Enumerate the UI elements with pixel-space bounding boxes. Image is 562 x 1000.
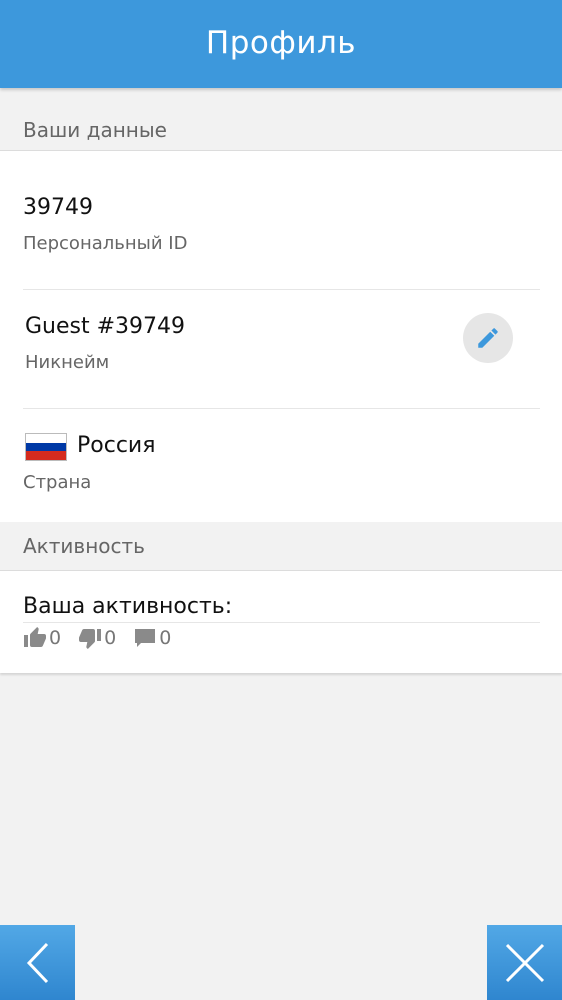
nickname-label: Никнейм [25,352,110,373]
profile-card: 39749 Персональный ID Guest #39749 Никне… [0,150,562,522]
divider [23,622,540,623]
activity-title: Ваша активность: [23,594,233,619]
dislikes-count: 0 [104,627,117,649]
comments-count: 0 [159,627,172,649]
russia-flag-icon [25,433,67,461]
personal-id-value: 39749 [23,195,93,220]
app-header: Профиль [0,0,562,88]
thumbs-up-icon [24,627,46,647]
page-title: Профиль [205,25,357,61]
back-button[interactable] [0,925,75,1000]
dislikes-stat: 0 [78,626,116,650]
activity-stats: 0 0 0 [23,626,188,650]
comments-stat: 0 [133,626,171,650]
likes-count: 0 [49,627,62,649]
pencil-icon [478,328,498,348]
activity-card: Ваша активность: 0 0 0 [0,570,562,673]
country-label: Страна [23,472,92,493]
nickname-value: Guest #39749 [25,314,186,339]
comment-icon [135,629,156,647]
divider [23,289,540,290]
country-value: Россия [77,433,156,458]
close-icon [505,943,544,982]
close-button[interactable] [487,925,562,1000]
edit-nickname-button[interactable] [463,313,513,363]
chevron-left-icon [26,942,48,983]
divider [23,408,540,409]
thumbs-down-icon [79,629,102,649]
personal-id-label: Персональный ID [23,233,188,254]
likes-stat: 0 [23,626,61,650]
section-header-activity: Активность [0,522,562,570]
